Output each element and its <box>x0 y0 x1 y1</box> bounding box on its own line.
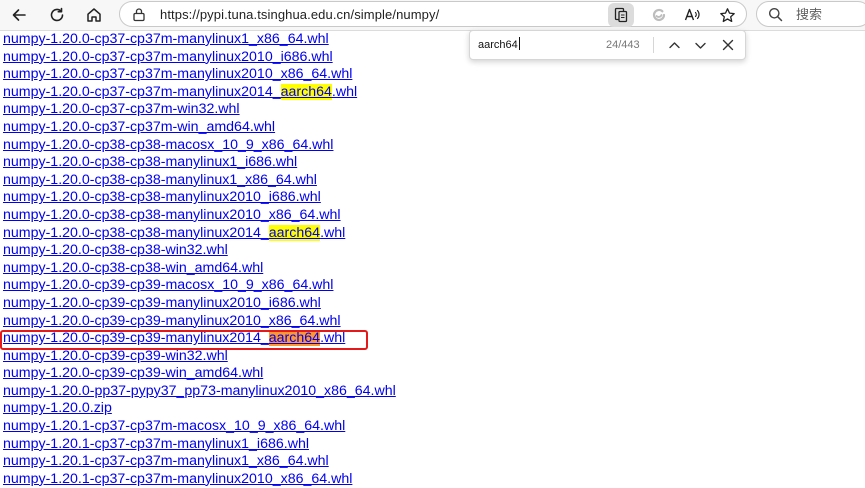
chevron-down-icon[interactable] <box>690 35 710 55</box>
chevron-up-icon[interactable] <box>664 35 684 55</box>
file-link[interactable]: numpy-1.20.0-cp37-cp37m-manylinux1_x86_6… <box>3 31 396 49</box>
divider <box>653 37 654 53</box>
file-link[interactable]: numpy-1.20.1-cp37-cp37m-macosx_10_9_x86_… <box>3 418 396 436</box>
tracking-prevention-icon[interactable] <box>646 3 672 27</box>
file-link[interactable]: numpy-1.20.0-cp38-cp38-win_amd64.whl <box>3 260 396 278</box>
file-link-text: numpy-1.20.0-cp38-cp38-manylinux2010_x86… <box>3 206 341 223</box>
file-link-text: numpy-1.20.0-cp37-cp37m-win_amd64.whl <box>3 118 276 135</box>
file-link-text: numpy-1.20.0-cp38-cp38-win32.whl <box>3 242 228 259</box>
file-link-text: numpy-1.20.1-cp37-cp37m-manylinux1_x86_6… <box>3 453 329 470</box>
file-link[interactable]: numpy-1.20.0-cp39-cp39-win32.whl <box>3 348 396 366</box>
find-query-text: aarch64 <box>478 39 518 51</box>
file-link[interactable]: numpy-1.20.0-cp38-cp38-win32.whl <box>3 242 396 260</box>
file-link[interactable]: numpy-1.20.0.zip <box>3 400 396 418</box>
file-link-text: numpy-1.20.0-cp39-cp39-win32.whl <box>3 347 228 364</box>
url-text[interactable]: https://pypi.tuna.tsinghua.edu.cn/simple… <box>160 2 439 27</box>
file-link[interactable]: numpy-1.20.0-cp38-cp38-manylinux2010_x86… <box>3 207 396 225</box>
browser-toolbar: https://pypi.tuna.tsinghua.edu.cn/simple… <box>0 0 865 31</box>
file-link-text: numpy-1.20.0-cp39-cp39-win_amd64.whl <box>3 365 264 382</box>
file-link[interactable]: numpy-1.20.1-cp37-cp37m-manylinux1_i686.… <box>3 436 396 454</box>
favorite-star-icon[interactable] <box>714 3 740 27</box>
address-bar[interactable]: https://pypi.tuna.tsinghua.edu.cn/simple… <box>119 1 747 27</box>
file-link[interactable]: numpy-1.20.0-cp38-cp38-manylinux1_x86_64… <box>3 172 396 190</box>
file-link-text: numpy-1.20.0-pp37-pypy37_pp73-manylinux2… <box>3 382 396 399</box>
file-link[interactable]: numpy-1.20.0-cp37-cp37m-win_amd64.whl <box>3 119 396 137</box>
find-in-page-bar: aarch64 24/443 <box>469 30 746 60</box>
search-match-highlight: aarch64 <box>268 224 321 241</box>
match-count: 24/443 <box>606 39 640 51</box>
file-link-text: numpy-1.20.0-cp38-cp38-win_amd64.whl <box>3 259 264 276</box>
file-link-text: numpy-1.20.0.zip <box>3 400 112 417</box>
file-link-text: numpy-1.20.0-cp39-cp39-manylinux2010_x86… <box>3 312 341 329</box>
file-link[interactable]: numpy-1.20.0-cp37-cp37m-manylinux2010_i6… <box>3 49 396 67</box>
file-link[interactable]: numpy-1.20.0-cp39-cp39-manylinux2010_x86… <box>3 313 396 331</box>
file-link-list: numpy-1.20.0-cp37-cp37m-manylinux1_x86_6… <box>3 31 396 488</box>
home-icon[interactable] <box>79 0 109 30</box>
file-link[interactable]: numpy-1.20.0-cp39-cp39-manylinux2010_i68… <box>3 295 396 313</box>
file-link[interactable]: numpy-1.20.0-pp37-pypy37_pp73-manylinux2… <box>3 383 396 401</box>
highlight-annotation-box <box>0 330 368 350</box>
refresh-icon[interactable] <box>42 0 72 30</box>
read-aloud-icon[interactable] <box>680 3 706 27</box>
file-link-suffix: .whl <box>331 83 358 100</box>
search-icon <box>768 7 783 27</box>
file-link-text: numpy-1.20.0-cp38-cp38-macosx_10_9_x86_6… <box>3 136 334 153</box>
file-link[interactable]: numpy-1.20.0-cp37-cp37m-win32.whl <box>3 101 396 119</box>
file-link[interactable]: numpy-1.20.0-cp39-cp39-win_amd64.whl <box>3 365 396 383</box>
file-link-text: numpy-1.20.0-cp37-cp37m-manylinux2010_x8… <box>3 66 353 83</box>
file-link-text: numpy-1.20.0-cp38-cp38-manylinux1_x86_64… <box>3 171 317 188</box>
file-link[interactable]: numpy-1.20.0-cp38-cp38-manylinux2014_aar… <box>3 224 396 243</box>
file-link[interactable]: numpy-1.20.0-cp37-cp37m-manylinux2010_x8… <box>3 66 396 84</box>
file-link-text: numpy-1.20.0-cp38-cp38-manylinux2014_ <box>3 224 269 241</box>
file-link[interactable]: numpy-1.20.1-cp37-cp37m-manylinux1_x86_6… <box>3 453 396 471</box>
file-link-text: numpy-1.20.0-cp38-cp38-manylinux1_i686.w… <box>3 154 298 171</box>
file-link-suffix: .whl <box>320 224 346 241</box>
text-caret <box>518 37 520 50</box>
file-link-text: numpy-1.20.0-cp39-cp39-macosx_10_9_x86_6… <box>3 277 334 294</box>
file-link[interactable]: numpy-1.20.0-cp39-cp39-macosx_10_9_x86_6… <box>3 277 396 295</box>
search-match-highlight: aarch64 <box>280 83 332 100</box>
file-link[interactable]: numpy-1.20.0-cp38-cp38-macosx_10_9_x86_6… <box>3 137 396 155</box>
file-link[interactable]: numpy-1.20.1-cp37-cp37m-manylinux2010_x8… <box>3 471 396 488</box>
file-link-text: numpy-1.20.0-cp37-cp37m-manylinux1_x86_6… <box>3 31 329 47</box>
file-link-text: numpy-1.20.1-cp37-cp37m-manylinux1_i686.… <box>3 435 309 452</box>
file-link-text: numpy-1.20.0-cp37-cp37m-win32.whl <box>3 101 240 118</box>
file-link-text: numpy-1.20.1-cp37-cp37m-manylinux2010_x8… <box>3 470 353 487</box>
lock-icon[interactable] <box>132 7 146 27</box>
file-link-text: numpy-1.20.0-cp38-cp38-manylinux2010_i68… <box>3 189 321 206</box>
reader-view-icon[interactable] <box>608 3 634 27</box>
file-link[interactable]: numpy-1.20.0-cp37-cp37m-manylinux2014_aa… <box>3 83 396 102</box>
file-link-text: numpy-1.20.0-cp37-cp37m-manylinux2014_ <box>3 83 281 100</box>
close-icon[interactable] <box>718 35 738 55</box>
search-box[interactable]: 搜索 <box>756 1 865 27</box>
file-link-text: numpy-1.20.1-cp37-cp37m-macosx_10_9_x86_… <box>3 418 346 435</box>
find-input[interactable]: aarch64 <box>478 31 520 59</box>
file-link-text: numpy-1.20.0-cp37-cp37m-manylinux2010_i6… <box>3 48 333 65</box>
file-link-text: numpy-1.20.0-cp39-cp39-manylinux2010_i68… <box>3 294 321 311</box>
back-icon[interactable] <box>4 0 34 30</box>
file-link[interactable]: numpy-1.20.0-cp38-cp38-manylinux1_i686.w… <box>3 154 396 172</box>
file-link[interactable]: numpy-1.20.0-cp38-cp38-manylinux2010_i68… <box>3 189 396 207</box>
search-placeholder: 搜索 <box>796 7 823 22</box>
